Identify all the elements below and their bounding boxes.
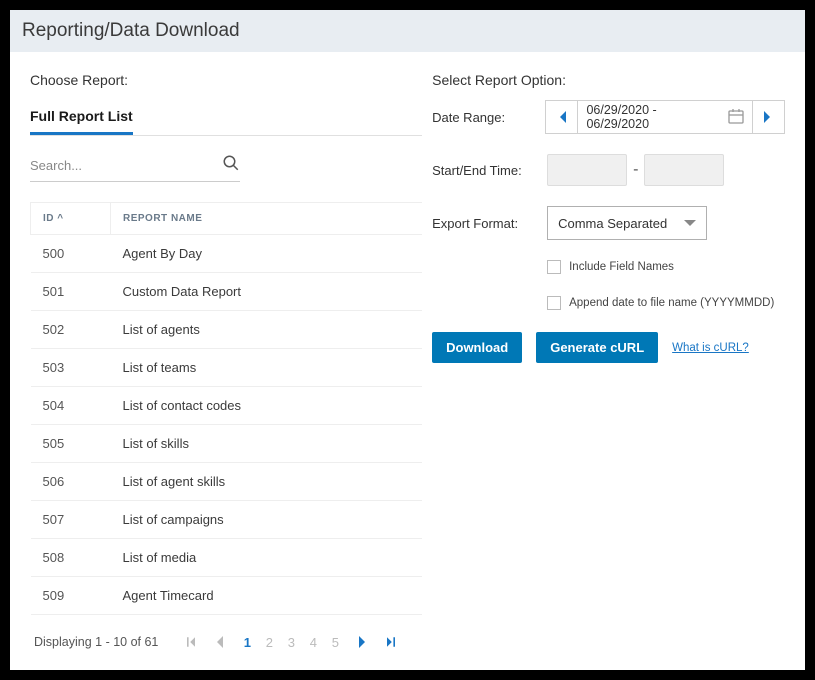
pager-prev-icon xyxy=(208,631,230,653)
table-row[interactable]: 509Agent Timecard xyxy=(31,577,423,615)
table-row[interactable]: 505List of skills xyxy=(31,425,423,463)
start-end-time-label: Start/End Time: xyxy=(432,163,547,178)
table-row[interactable]: 508List of media xyxy=(31,539,423,577)
time-separator: - xyxy=(633,161,638,179)
date-range-value: 06/29/2020 - 06/29/2020 xyxy=(586,103,719,131)
row-name: List of agent skills xyxy=(111,463,423,501)
start-time-input[interactable] xyxy=(547,154,627,186)
left-panel: Choose Report: Full Report List ID ^ REP… xyxy=(30,72,422,669)
date-range-label: Date Range: xyxy=(432,110,545,125)
table-row[interactable]: 507List of campaigns xyxy=(31,501,423,539)
tab-bar: Full Report List xyxy=(30,100,422,136)
date-prev-button[interactable] xyxy=(545,100,578,134)
pagination: Displaying 1 - 10 of 61 12345 xyxy=(30,615,422,669)
append-date-row: Append date to file name (YYYYMMDD) xyxy=(547,296,785,310)
search-icon[interactable] xyxy=(222,154,240,177)
tab-full-report-list[interactable]: Full Report List xyxy=(30,100,133,135)
end-time-input[interactable] xyxy=(644,154,724,186)
append-date-checkbox[interactable] xyxy=(547,296,561,310)
export-format-select[interactable]: Comma Separated xyxy=(547,206,707,240)
pager-page-4[interactable]: 4 xyxy=(302,631,324,653)
row-name: Custom Data Report xyxy=(111,273,423,311)
row-name: List of campaigns xyxy=(111,501,423,539)
table-row[interactable]: 504List of contact codes xyxy=(31,387,423,425)
row-id: 501 xyxy=(31,273,111,311)
table-row[interactable]: 501Custom Data Report xyxy=(31,273,423,311)
pager-page-3[interactable]: 3 xyxy=(280,631,302,653)
row-name: List of media xyxy=(111,539,423,577)
search-wrap xyxy=(30,154,240,182)
button-row: Download Generate cURL What is cURL? xyxy=(432,332,785,363)
row-id: 507 xyxy=(31,501,111,539)
what-is-curl-link[interactable]: What is cURL? xyxy=(672,342,749,354)
pager-last-icon[interactable] xyxy=(380,631,402,653)
select-option-label: Select Report Option: xyxy=(432,72,785,88)
row-id: 505 xyxy=(31,425,111,463)
time-row: Start/End Time: - xyxy=(432,154,785,186)
pager-page-2[interactable]: 2 xyxy=(258,631,280,653)
row-name: List of teams xyxy=(111,349,423,387)
export-format-value: Comma Separated xyxy=(558,216,667,231)
date-next-button[interactable] xyxy=(752,100,785,134)
row-id: 503 xyxy=(31,349,111,387)
row-name: Agent Timecard xyxy=(111,577,423,615)
row-id: 506 xyxy=(31,463,111,501)
pager-page-1[interactable]: 1 xyxy=(236,631,258,653)
pager-info: Displaying 1 - 10 of 61 xyxy=(34,635,158,649)
column-header-name[interactable]: REPORT NAME xyxy=(111,203,423,235)
generate-curl-button[interactable]: Generate cURL xyxy=(536,332,658,363)
row-id: 500 xyxy=(31,235,111,273)
search-input[interactable] xyxy=(30,158,222,173)
row-id: 509 xyxy=(31,577,111,615)
content: Choose Report: Full Report List ID ^ REP… xyxy=(10,52,805,669)
export-row: Export Format: Comma Separated xyxy=(432,206,785,240)
download-button[interactable]: Download xyxy=(432,332,522,363)
choose-report-label: Choose Report: xyxy=(30,72,422,88)
pager-next-icon[interactable] xyxy=(352,631,374,653)
row-id: 508 xyxy=(31,539,111,577)
date-range-group: 06/29/2020 - 06/29/2020 xyxy=(545,100,785,134)
app-frame: Reporting/Data Download Choose Report: F… xyxy=(10,10,805,670)
calendar-icon xyxy=(728,108,744,127)
row-id: 502 xyxy=(31,311,111,349)
pager-first-icon xyxy=(180,631,202,653)
chevron-down-icon xyxy=(684,216,696,231)
row-name: List of skills xyxy=(111,425,423,463)
row-id: 504 xyxy=(31,387,111,425)
export-format-label: Export Format: xyxy=(432,216,547,231)
table-row[interactable]: 506List of agent skills xyxy=(31,463,423,501)
row-name: Agent By Day xyxy=(111,235,423,273)
row-name: List of agents xyxy=(111,311,423,349)
pager-page-5[interactable]: 5 xyxy=(324,631,346,653)
include-fields-label: Include Field Names xyxy=(569,261,674,273)
row-name: List of contact codes xyxy=(111,387,423,425)
reports-table: ID ^ REPORT NAME 500Agent By Day501Custo… xyxy=(30,202,422,615)
column-header-id[interactable]: ID ^ xyxy=(31,203,111,235)
include-fields-checkbox[interactable] xyxy=(547,260,561,274)
append-date-label: Append date to file name (YYYYMMDD) xyxy=(569,297,774,309)
table-row[interactable]: 502List of agents xyxy=(31,311,423,349)
table-row[interactable]: 500Agent By Day xyxy=(31,235,423,273)
page-title: Reporting/Data Download xyxy=(10,10,805,52)
date-range-input[interactable]: 06/29/2020 - 06/29/2020 xyxy=(578,100,751,134)
right-panel: Select Report Option: Date Range: 06/29/… xyxy=(432,72,785,669)
table-row[interactable]: 503List of teams xyxy=(31,349,423,387)
include-fields-row: Include Field Names xyxy=(547,260,785,274)
date-range-row: Date Range: 06/29/2020 - 06/29/2020 xyxy=(432,100,785,134)
